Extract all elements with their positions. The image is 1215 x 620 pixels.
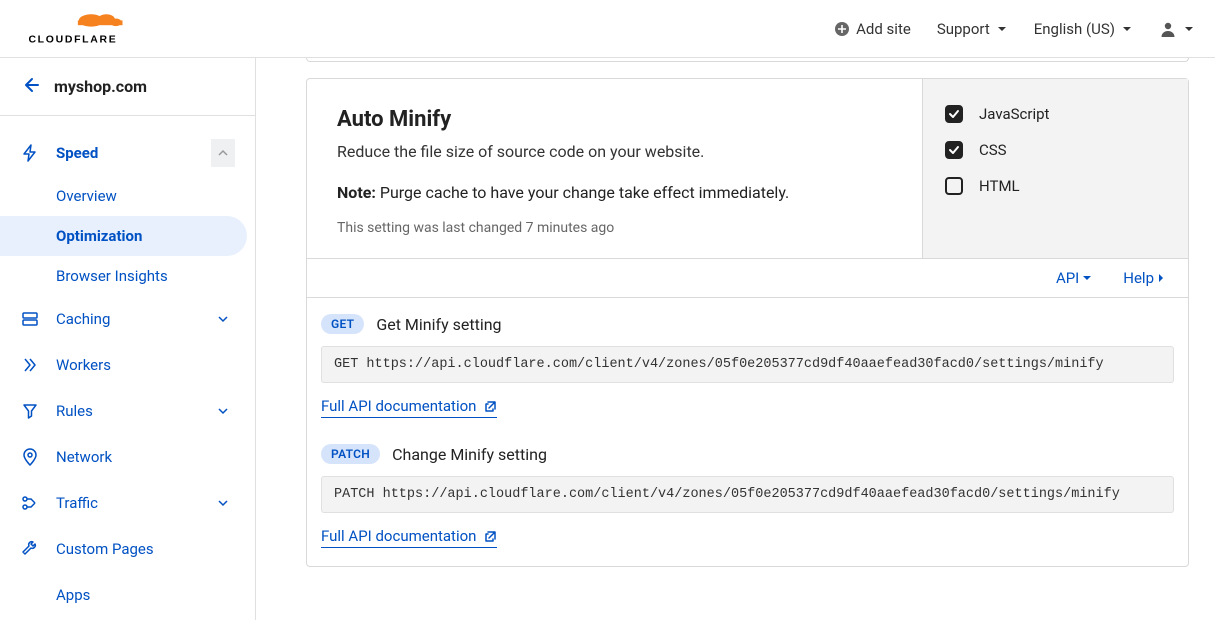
api-patch-title: Change Minify setting bbox=[392, 445, 547, 464]
minify-javascript-label: JavaScript bbox=[979, 105, 1049, 123]
nav-speed-label: Speed bbox=[56, 144, 98, 162]
caret-down-icon bbox=[996, 23, 1008, 35]
support-label: Support bbox=[937, 20, 990, 38]
nav-workers-label: Workers bbox=[56, 356, 111, 374]
user-icon bbox=[1159, 20, 1177, 38]
bolt-icon bbox=[20, 143, 40, 163]
nav-speed[interactable]: Speed bbox=[0, 130, 255, 176]
funnel-icon bbox=[20, 401, 40, 421]
nav-workers[interactable]: Workers bbox=[0, 342, 255, 388]
card-note: Note: Purge cache to have your change ta… bbox=[337, 183, 892, 202]
card-title: Auto Minify bbox=[337, 107, 892, 132]
caret-down-icon bbox=[1183, 23, 1195, 35]
nav-network[interactable]: Network bbox=[0, 434, 255, 480]
caret-right-icon bbox=[1156, 272, 1166, 284]
apps-icon bbox=[20, 585, 40, 605]
plus-circle-icon bbox=[834, 21, 850, 37]
api-get-title: Get Minify setting bbox=[376, 315, 501, 334]
nav-rules-label: Rules bbox=[56, 402, 93, 420]
nav-custom-pages[interactable]: Custom Pages bbox=[0, 526, 255, 572]
support-dropdown[interactable]: Support bbox=[937, 20, 1008, 38]
external-link-icon bbox=[484, 530, 497, 543]
get-badge: GET bbox=[321, 314, 364, 334]
minify-html-label: HTML bbox=[979, 177, 1020, 195]
card-description: Reduce the file size of source code on y… bbox=[337, 142, 892, 161]
nav-rules[interactable]: Rules bbox=[0, 388, 255, 434]
nav-apps-label: Apps bbox=[56, 586, 90, 604]
caret-down-icon bbox=[211, 307, 235, 331]
svg-text:CLOUDFLARE: CLOUDFLARE bbox=[28, 34, 117, 45]
add-site-button[interactable]: Add site bbox=[834, 20, 911, 38]
caret-down-icon bbox=[1081, 272, 1093, 284]
language-dropdown[interactable]: English (US) bbox=[1034, 20, 1133, 38]
api-patch-section: PATCH Change Minify setting PATCH https:… bbox=[307, 436, 1188, 566]
nav-caching-label: Caching bbox=[56, 310, 110, 328]
nav-custom-pages-label: Custom Pages bbox=[56, 540, 154, 558]
nav-caching[interactable]: Caching bbox=[0, 296, 255, 342]
nav-speed-optimization[interactable]: Optimization bbox=[0, 216, 247, 256]
minify-html-checkbox[interactable]: HTML bbox=[945, 177, 1166, 195]
traffic-icon bbox=[20, 493, 40, 513]
nav-traffic[interactable]: Traffic bbox=[0, 480, 255, 526]
nav-network-label: Network bbox=[56, 448, 112, 466]
api-get-section: GET Get Minify setting GET https://api.c… bbox=[307, 297, 1188, 436]
back-button[interactable] bbox=[20, 75, 40, 99]
caret-down-icon bbox=[1121, 23, 1133, 35]
nav-traffic-label: Traffic bbox=[56, 494, 98, 512]
chevron-up-icon bbox=[211, 139, 235, 167]
external-link-icon bbox=[484, 400, 497, 413]
language-label: English (US) bbox=[1034, 20, 1115, 38]
cloudflare-logo[interactable]: CLOUDFLARE bbox=[20, 10, 130, 48]
checkbox-unchecked-icon bbox=[945, 177, 963, 195]
api-get-doc-link[interactable]: Full API documentation bbox=[321, 397, 497, 418]
wrench-icon bbox=[20, 539, 40, 559]
nav-speed-browser-insights[interactable]: Browser Insights bbox=[0, 256, 255, 296]
card-last-changed: This setting was last changed 7 minutes … bbox=[337, 220, 892, 236]
site-name: myshop.com bbox=[54, 77, 147, 96]
storage-icon bbox=[20, 309, 40, 329]
api-patch-code[interactable]: PATCH https://api.cloudflare.com/client/… bbox=[321, 476, 1174, 513]
previous-card-edge bbox=[306, 58, 1189, 62]
caret-down-icon bbox=[211, 491, 235, 515]
api-patch-doc-link[interactable]: Full API documentation bbox=[321, 527, 497, 548]
user-menu[interactable] bbox=[1159, 20, 1195, 38]
checkbox-checked-icon bbox=[945, 105, 963, 123]
arrow-left-icon bbox=[20, 75, 40, 95]
minify-css-checkbox[interactable]: CSS bbox=[945, 141, 1166, 159]
workers-icon bbox=[20, 355, 40, 375]
patch-badge: PATCH bbox=[321, 444, 380, 464]
api-get-code[interactable]: GET https://api.cloudflare.com/client/v4… bbox=[321, 346, 1174, 383]
add-site-label: Add site bbox=[856, 20, 911, 38]
caret-down-icon bbox=[211, 399, 235, 423]
minify-css-label: CSS bbox=[979, 141, 1007, 159]
checkbox-checked-icon bbox=[945, 141, 963, 159]
nav-apps[interactable]: Apps bbox=[0, 572, 255, 618]
help-link[interactable]: Help bbox=[1123, 269, 1166, 287]
minify-javascript-checkbox[interactable]: JavaScript bbox=[945, 105, 1166, 123]
api-toggle[interactable]: API bbox=[1056, 269, 1093, 287]
auto-minify-card: Auto Minify Reduce the file size of sour… bbox=[306, 78, 1189, 567]
location-icon bbox=[20, 447, 40, 467]
nav-speed-overview[interactable]: Overview bbox=[0, 176, 255, 216]
